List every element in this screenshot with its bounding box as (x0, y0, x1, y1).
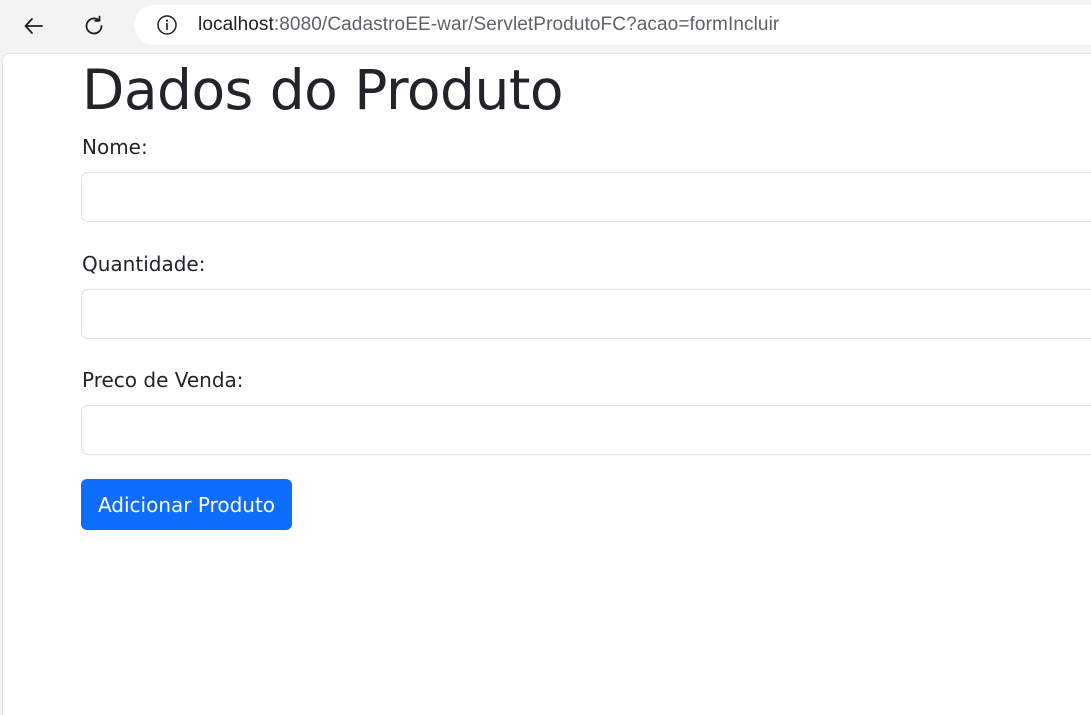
reload-icon (85, 15, 103, 35)
quantidade-input[interactable] (81, 289, 1091, 339)
url-text: localhost:8080/CadastroEE-war/ServletPro… (198, 14, 779, 36)
arrow-left-icon (24, 18, 43, 34)
reload-button[interactable] (76, 8, 112, 44)
info-icon[interactable] (156, 14, 178, 36)
preco-venda-input[interactable] (81, 405, 1091, 455)
preco-venda-label: Preco de Venda: (82, 368, 244, 392)
adicionar-produto-button[interactable]: Adicionar Produto (81, 479, 292, 530)
url-host: localhost (198, 14, 274, 35)
address-bar[interactable]: localhost:8080/CadastroEE-war/ServletPro… (134, 5, 1091, 45)
url-path: :8080/CadastroEE-war/ServletProdutoFC?ac… (273, 14, 780, 35)
page-title: Dados do Produto (82, 58, 564, 122)
quantidade-label: Quantidade: (82, 252, 206, 276)
back-button[interactable] (16, 8, 52, 44)
page-viewport: Dados do Produto Nome: Quantidade: Preco… (2, 53, 1091, 715)
nome-label: Nome: (82, 135, 148, 159)
nome-input[interactable] (81, 172, 1091, 222)
browser-toolbar: localhost:8080/CadastroEE-war/ServletPro… (0, 0, 1091, 52)
